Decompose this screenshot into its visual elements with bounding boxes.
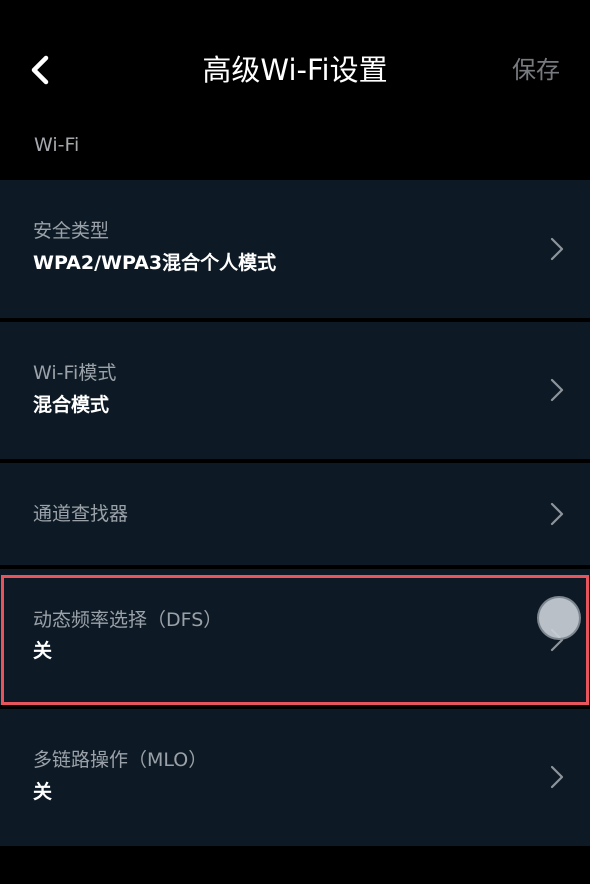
item-label: 安全类型 — [33, 220, 110, 242]
touch-indicator — [537, 596, 581, 640]
list-item-channel-finder[interactable]: 通道查找器 — [0, 463, 590, 565]
item-label: 多链路操作（MLO） — [33, 749, 208, 771]
item-value: 关 — [33, 640, 53, 662]
save-button[interactable]: 保存 — [512, 50, 560, 90]
header-bar: 高级Wi-Fi设置 保存 — [0, 0, 590, 130]
list-item-dfs[interactable]: 动态频率选择（DFS） 关 — [0, 569, 590, 705]
item-value: WPA2/WPA3混合个人模式 — [33, 252, 277, 274]
chevron-right-icon — [550, 237, 564, 261]
item-value: 混合模式 — [33, 394, 110, 416]
list-item-wifi-mode[interactable]: Wi-Fi模式 混合模式 — [0, 322, 590, 459]
item-value: 关 — [33, 781, 53, 803]
section-label-wifi: Wi-Fi — [34, 134, 80, 156]
item-label: 动态频率选择（DFS） — [33, 609, 223, 631]
item-label: Wi-Fi模式 — [33, 362, 117, 384]
chevron-right-icon — [550, 502, 564, 526]
item-label: 通道查找器 — [33, 503, 129, 525]
chevron-right-icon — [550, 765, 564, 789]
chevron-right-icon — [550, 378, 564, 402]
page-title: 高级Wi-Fi设置 — [202, 53, 388, 87]
list-item-security-type[interactable]: 安全类型 WPA2/WPA3混合个人模式 — [0, 180, 590, 318]
list-item-mlo[interactable]: 多链路操作（MLO） 关 — [0, 709, 590, 846]
